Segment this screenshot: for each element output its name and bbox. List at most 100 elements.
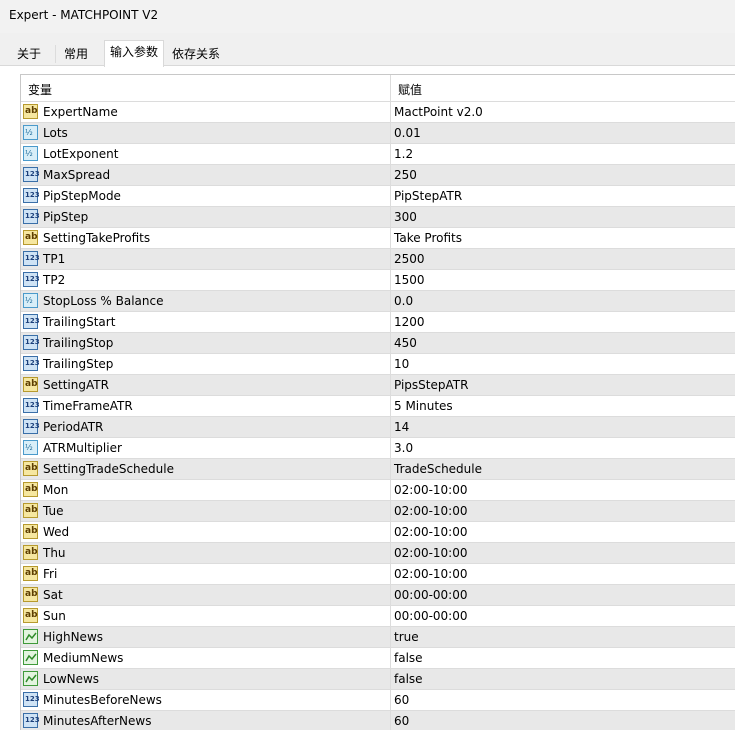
parameter-name: Lots: [43, 126, 68, 140]
string-type-icon: ab: [23, 608, 38, 623]
parameter-name: Fri: [43, 567, 58, 581]
table-row[interactable]: 123 TP1 2500: [21, 249, 735, 270]
column-divider: [390, 228, 391, 249]
table-row[interactable]: 123 MinutesAfterNews 60: [21, 711, 735, 730]
parameter-value[interactable]: 1.2: [394, 147, 413, 161]
table-row[interactable]: 123 PipStep 300: [21, 207, 735, 228]
parameter-value[interactable]: 1500: [394, 273, 425, 287]
column-divider: [390, 648, 391, 669]
parameter-name: LowNews: [43, 672, 100, 686]
string-type-icon: ab: [23, 377, 38, 392]
parameter-value[interactable]: 2500: [394, 252, 425, 266]
string-type-icon: ab: [23, 524, 38, 539]
parameter-value[interactable]: 02:00-10:00: [394, 504, 468, 518]
parameter-value[interactable]: 5 Minutes: [394, 399, 453, 413]
column-divider: [390, 606, 391, 627]
table-row[interactable]: 123 TrailingStep 10: [21, 354, 735, 375]
parameter-value[interactable]: 0.01: [394, 126, 421, 140]
tab-common[interactable]: 常用: [59, 44, 93, 64]
parameter-value[interactable]: PipsStepATR: [394, 378, 468, 392]
table-row[interactable]: HighNews true: [21, 627, 735, 648]
table-row[interactable]: ab Thu 02:00-10:00: [21, 543, 735, 564]
table-row[interactable]: 123 MaxSpread 250: [21, 165, 735, 186]
window-titlebar: Expert - MATCHPOINT V2: [0, 0, 735, 33]
integer-type-icon: 123: [23, 272, 40, 287]
parameter-name: MaxSpread: [43, 168, 111, 182]
parameter-name: MediumNews: [43, 651, 124, 665]
parameter-value[interactable]: 02:00-10:00: [394, 567, 468, 581]
column-header-variable[interactable]: 变量: [28, 81, 52, 98]
table-row[interactable]: 123 TP2 1500: [21, 270, 735, 291]
parameter-value[interactable]: 60: [394, 714, 409, 728]
parameter-value[interactable]: 450: [394, 336, 417, 350]
table-row[interactable]: ab SettingATR PipsStepATR: [21, 375, 735, 396]
parameter-value[interactable]: 1200: [394, 315, 425, 329]
parameter-value[interactable]: MactPoint v2.0: [394, 105, 483, 119]
parameter-value[interactable]: 02:00-10:00: [394, 483, 468, 497]
table-row[interactable]: ab Tue 02:00-10:00: [21, 501, 735, 522]
parameter-value[interactable]: 250: [394, 168, 417, 182]
parameter-value[interactable]: false: [394, 651, 423, 665]
parameter-value[interactable]: 300: [394, 210, 417, 224]
parameter-name: LotExponent: [43, 147, 119, 161]
parameter-value[interactable]: 14: [394, 420, 409, 434]
parameter-value[interactable]: 3.0: [394, 441, 413, 455]
column-divider[interactable]: [390, 75, 391, 101]
parameter-value[interactable]: 02:00-10:00: [394, 525, 468, 539]
parameter-value[interactable]: 00:00-00:00: [394, 588, 468, 602]
column-divider: [390, 186, 391, 207]
tab-inputs[interactable]: 输入参数: [104, 40, 165, 67]
parameter-value[interactable]: 00:00-00:00: [394, 609, 468, 623]
column-divider: [390, 438, 391, 459]
parameter-value[interactable]: Take Profits: [394, 231, 462, 245]
parameter-value[interactable]: PipStepATR: [394, 189, 462, 203]
table-row[interactable]: 123 PipStepMode PipStepATR: [21, 186, 735, 207]
column-divider: [390, 249, 391, 270]
parameter-value[interactable]: 10: [394, 357, 409, 371]
table-row[interactable]: ab ExpertName MactPoint v2.0: [21, 102, 735, 123]
table-row[interactable]: LowNews false: [21, 669, 735, 690]
table-row[interactable]: 123 MinutesBeforeNews 60: [21, 690, 735, 711]
parameter-name: TimeFrameATR: [43, 399, 133, 413]
integer-type-icon: 123: [23, 419, 40, 434]
integer-type-icon: 123: [23, 314, 40, 329]
table-row[interactable]: ab SettingTradeSchedule TradeSchedule: [21, 459, 735, 480]
table-row[interactable]: MediumNews false: [21, 648, 735, 669]
parameter-value[interactable]: false: [394, 672, 423, 686]
table-row[interactable]: ½ Lots 0.01: [21, 123, 735, 144]
table-row[interactable]: ab Wed 02:00-10:00: [21, 522, 735, 543]
parameter-name: Tue: [43, 504, 64, 518]
string-type-icon: ab: [23, 587, 38, 602]
table-row[interactable]: ab Fri 02:00-10:00: [21, 564, 735, 585]
column-divider: [390, 669, 391, 690]
column-divider: [390, 522, 391, 543]
parameter-value[interactable]: TradeSchedule: [394, 462, 482, 476]
parameter-name: SettingTradeSchedule: [43, 462, 174, 476]
table-row[interactable]: 123 TrailingStart 1200: [21, 312, 735, 333]
column-divider: [390, 165, 391, 186]
tab-about[interactable]: 关于: [12, 44, 46, 64]
table-row[interactable]: 123 TrailingStop 450: [21, 333, 735, 354]
tab-dependencies[interactable]: 依存关系: [167, 44, 225, 64]
parameter-name: TP1: [43, 252, 66, 266]
table-row[interactable]: ab Sun 00:00-00:00: [21, 606, 735, 627]
table-row[interactable]: ½ ATRMultiplier 3.0: [21, 438, 735, 459]
tab-separator: [55, 45, 56, 63]
string-type-icon: ab: [23, 461, 38, 476]
parameter-value[interactable]: 60: [394, 693, 409, 707]
table-row[interactable]: ½ StopLoss % Balance 0.0: [21, 291, 735, 312]
parameter-value[interactable]: 02:00-10:00: [394, 546, 468, 560]
parameter-name: ATRMultiplier: [43, 441, 122, 455]
column-header-value[interactable]: 赋值: [398, 81, 422, 98]
table-row[interactable]: 123 TimeFrameATR 5 Minutes: [21, 396, 735, 417]
table-row[interactable]: ab Mon 02:00-10:00: [21, 480, 735, 501]
table-row[interactable]: ab Sat 00:00-00:00: [21, 585, 735, 606]
parameter-value[interactable]: 0.0: [394, 294, 413, 308]
table-row[interactable]: ab SettingTakeProfits Take Profits: [21, 228, 735, 249]
double-type-icon: ½: [23, 125, 38, 140]
table-row[interactable]: 123 PeriodATR 14: [21, 417, 735, 438]
parameter-name: HighNews: [43, 630, 104, 644]
table-row[interactable]: ½ LotExponent 1.2: [21, 144, 735, 165]
parameter-value[interactable]: true: [394, 630, 419, 644]
column-divider: [390, 711, 391, 730]
